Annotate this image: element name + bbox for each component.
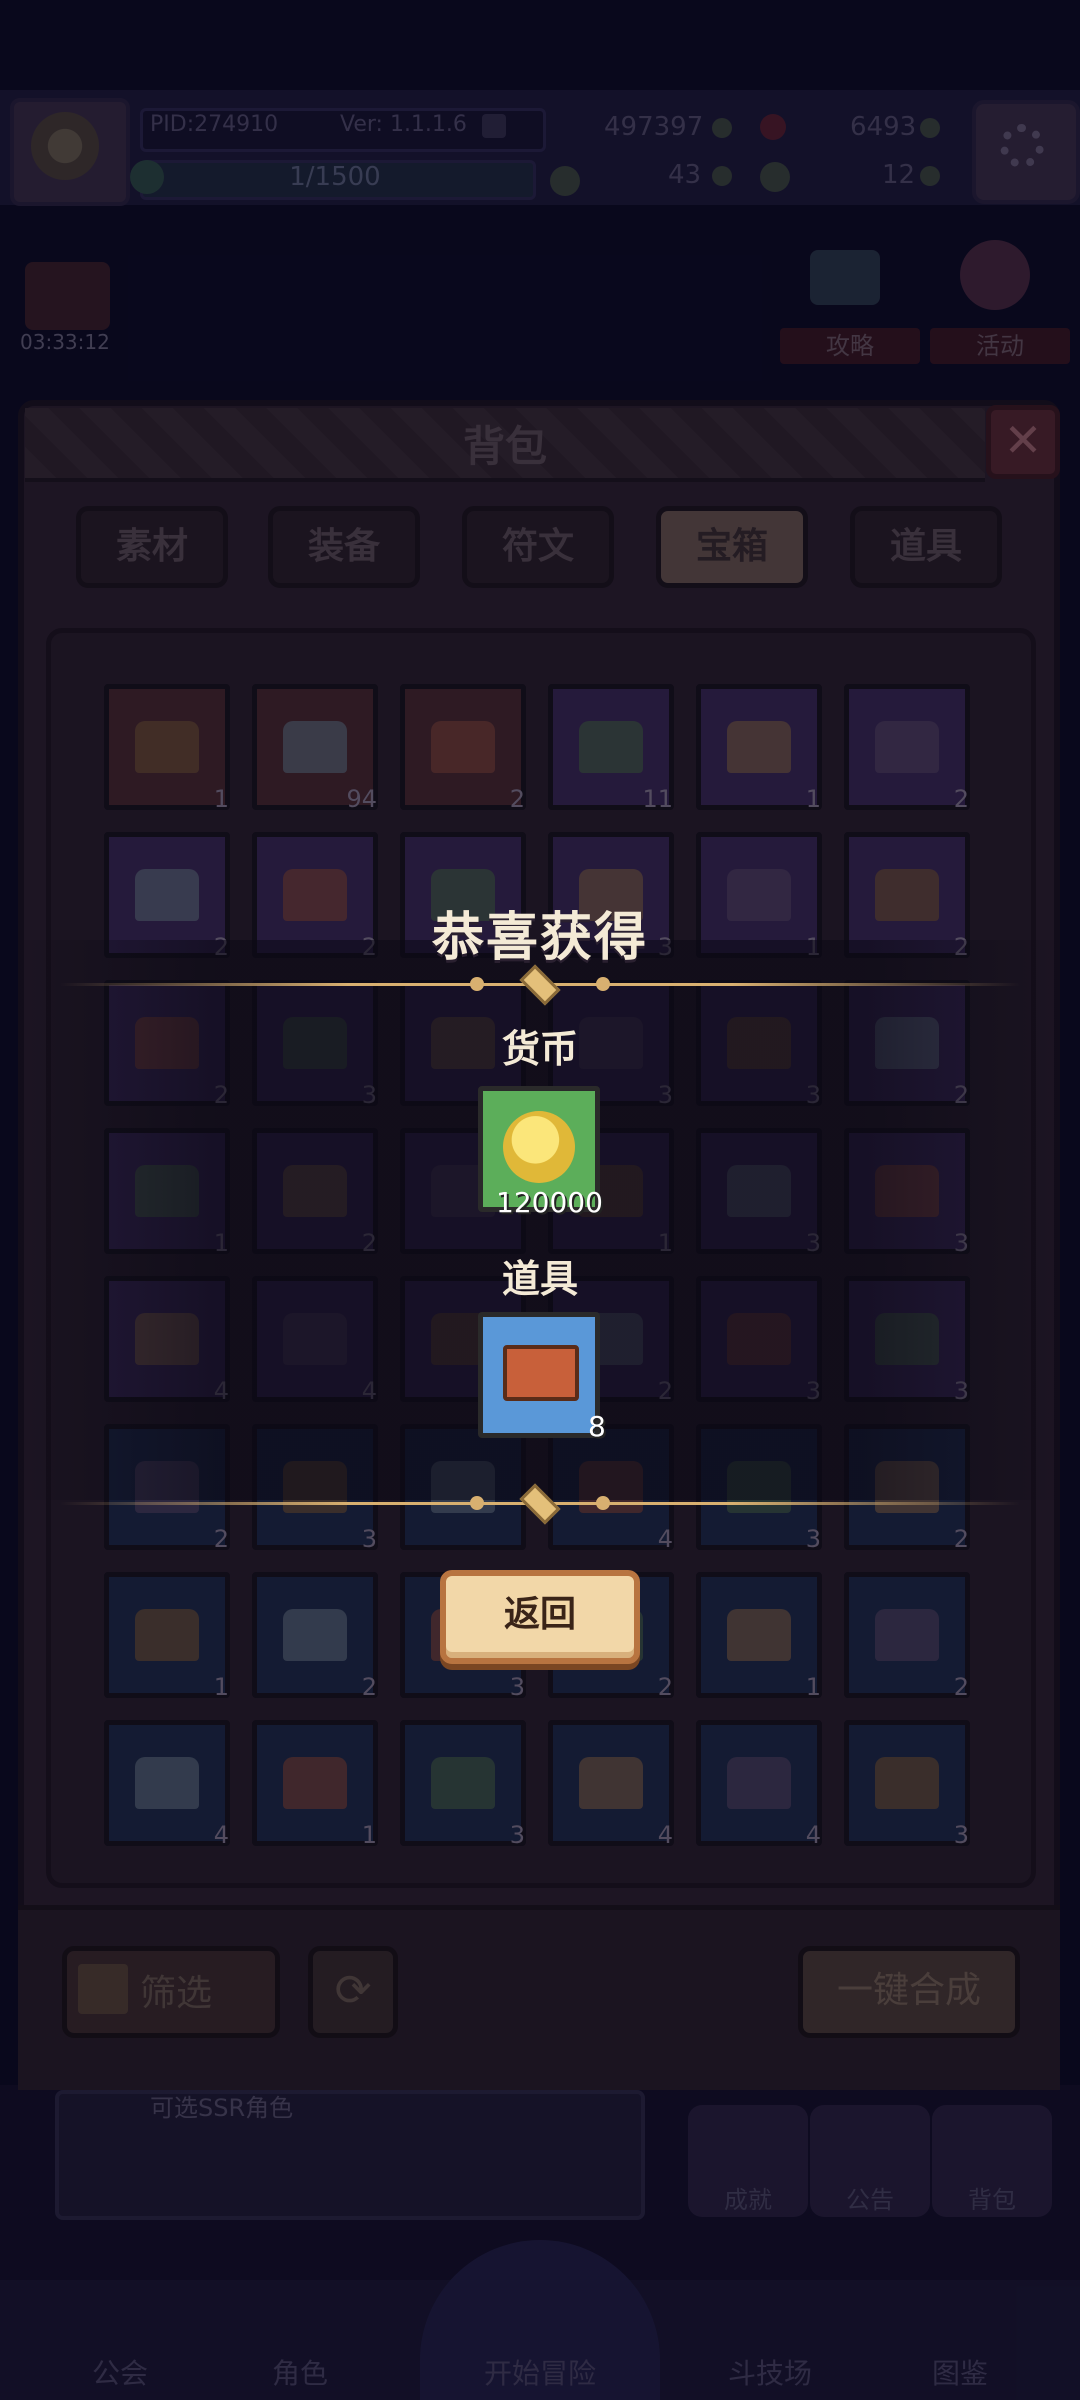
scroll-book-icon — [503, 1345, 579, 1401]
divider-ornament — [470, 1496, 484, 1510]
item-reward-slot[interactable] — [478, 1312, 600, 1438]
currency-section-label: 货币 — [501, 1027, 578, 1071]
gold-coin-icon — [503, 1111, 575, 1183]
currency-amount: 120000 — [496, 1186, 603, 1219]
divider-ornament — [596, 1496, 610, 1510]
item-section-label: 道具 — [501, 1257, 578, 1301]
item-amount: 8 — [588, 1410, 606, 1443]
divider-ornament — [596, 977, 610, 991]
return-button[interactable]: 返回 — [440, 1570, 640, 1664]
divider-ornament — [470, 977, 484, 991]
reward-title: 恭喜获得 — [431, 908, 648, 968]
